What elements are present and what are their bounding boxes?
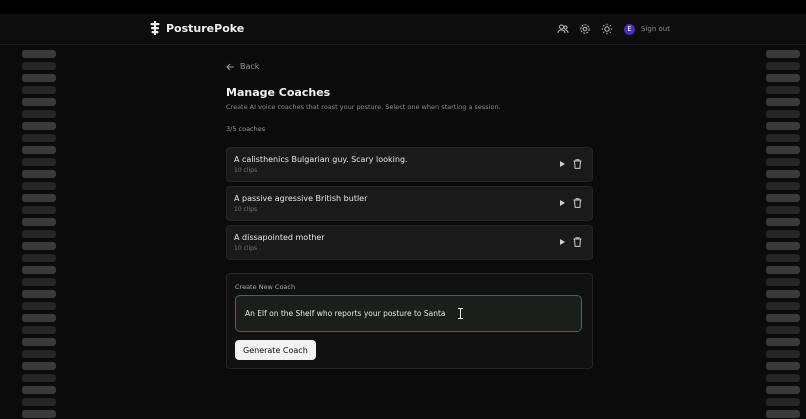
coaches-icon[interactable]	[556, 22, 570, 36]
theme-sun-icon[interactable]	[600, 22, 614, 36]
back-link[interactable]: Back	[226, 62, 259, 71]
trash-icon[interactable]	[573, 198, 582, 208]
page-title: Manage Coaches	[226, 86, 331, 99]
create-coach-panel: Create New Coach Generate Coach	[226, 273, 593, 369]
brand[interactable]: PosturePoke	[150, 21, 244, 35]
header-actions: E Sign out	[556, 22, 670, 36]
trash-icon[interactable]	[573, 159, 582, 169]
page-subtitle: Create AI voice coaches that roast your …	[226, 103, 501, 111]
coach-name: A calisthenics Bulgarian guy. Scary look…	[234, 155, 408, 164]
create-coach-label: Create New Coach	[235, 283, 296, 291]
coach-count: 3/5 coaches	[226, 125, 266, 133]
text-cursor-icon	[458, 308, 463, 319]
coach-name: A dissapointed mother	[234, 233, 325, 242]
generate-coach-button[interactable]: Generate Coach	[235, 340, 316, 360]
play-icon[interactable]	[560, 239, 565, 245]
coach-name: A passive agressive British butler	[234, 194, 368, 203]
back-label: Back	[240, 62, 260, 71]
user-avatar[interactable]: E	[624, 23, 635, 35]
play-icon[interactable]	[560, 161, 565, 167]
coach-clips: 10 clips	[234, 167, 258, 174]
top-strip	[0, 0, 806, 14]
trash-icon[interactable]	[573, 237, 582, 247]
coach-description-input[interactable]	[235, 295, 582, 332]
coach-card[interactable]: A passive agressive British butler 10 cl…	[226, 186, 593, 221]
coach-card[interactable]: A dissapointed mother 10 clips	[226, 225, 593, 260]
brand-name: PosturePoke	[166, 21, 245, 35]
posturepoke-logo-icon	[150, 21, 160, 35]
coach-card[interactable]: A calisthenics Bulgarian guy. Scary look…	[226, 147, 593, 182]
settings-gear-icon[interactable]	[578, 22, 592, 36]
app-header: PosturePoke E Sign out	[0, 14, 806, 45]
right-decorative-spine	[758, 44, 806, 419]
left-decorative-spine	[14, 44, 64, 419]
play-icon[interactable]	[560, 200, 565, 206]
coach-clips: 10 clips	[234, 206, 258, 213]
coach-clips: 10 clips	[234, 245, 258, 252]
sign-out-link[interactable]: Sign out	[641, 25, 670, 33]
arrow-left-icon	[226, 63, 234, 70]
